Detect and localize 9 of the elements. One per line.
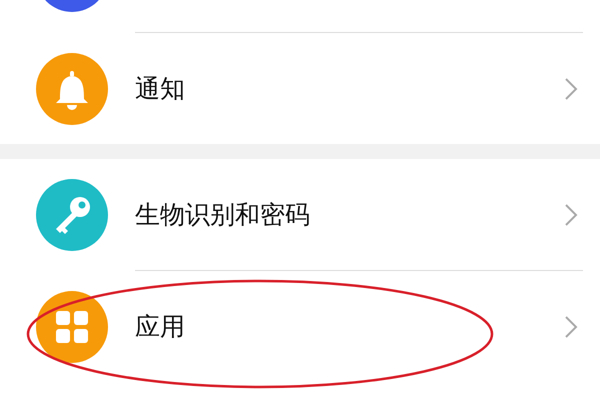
- settings-item[interactable]: 通知: [0, 33, 600, 144]
- chevron-right-icon: [564, 76, 578, 100]
- item-label: 应用: [135, 311, 186, 343]
- item-label: 通知: [135, 73, 186, 105]
- chevron-right-icon: [564, 314, 578, 338]
- settings-item[interactable]: 应用: [0, 271, 600, 382]
- settings-item[interactable]: 生物识别和密码: [0, 159, 600, 270]
- chevron-right-icon: [564, 202, 578, 226]
- item-label: 生物识别和密码: [135, 199, 311, 231]
